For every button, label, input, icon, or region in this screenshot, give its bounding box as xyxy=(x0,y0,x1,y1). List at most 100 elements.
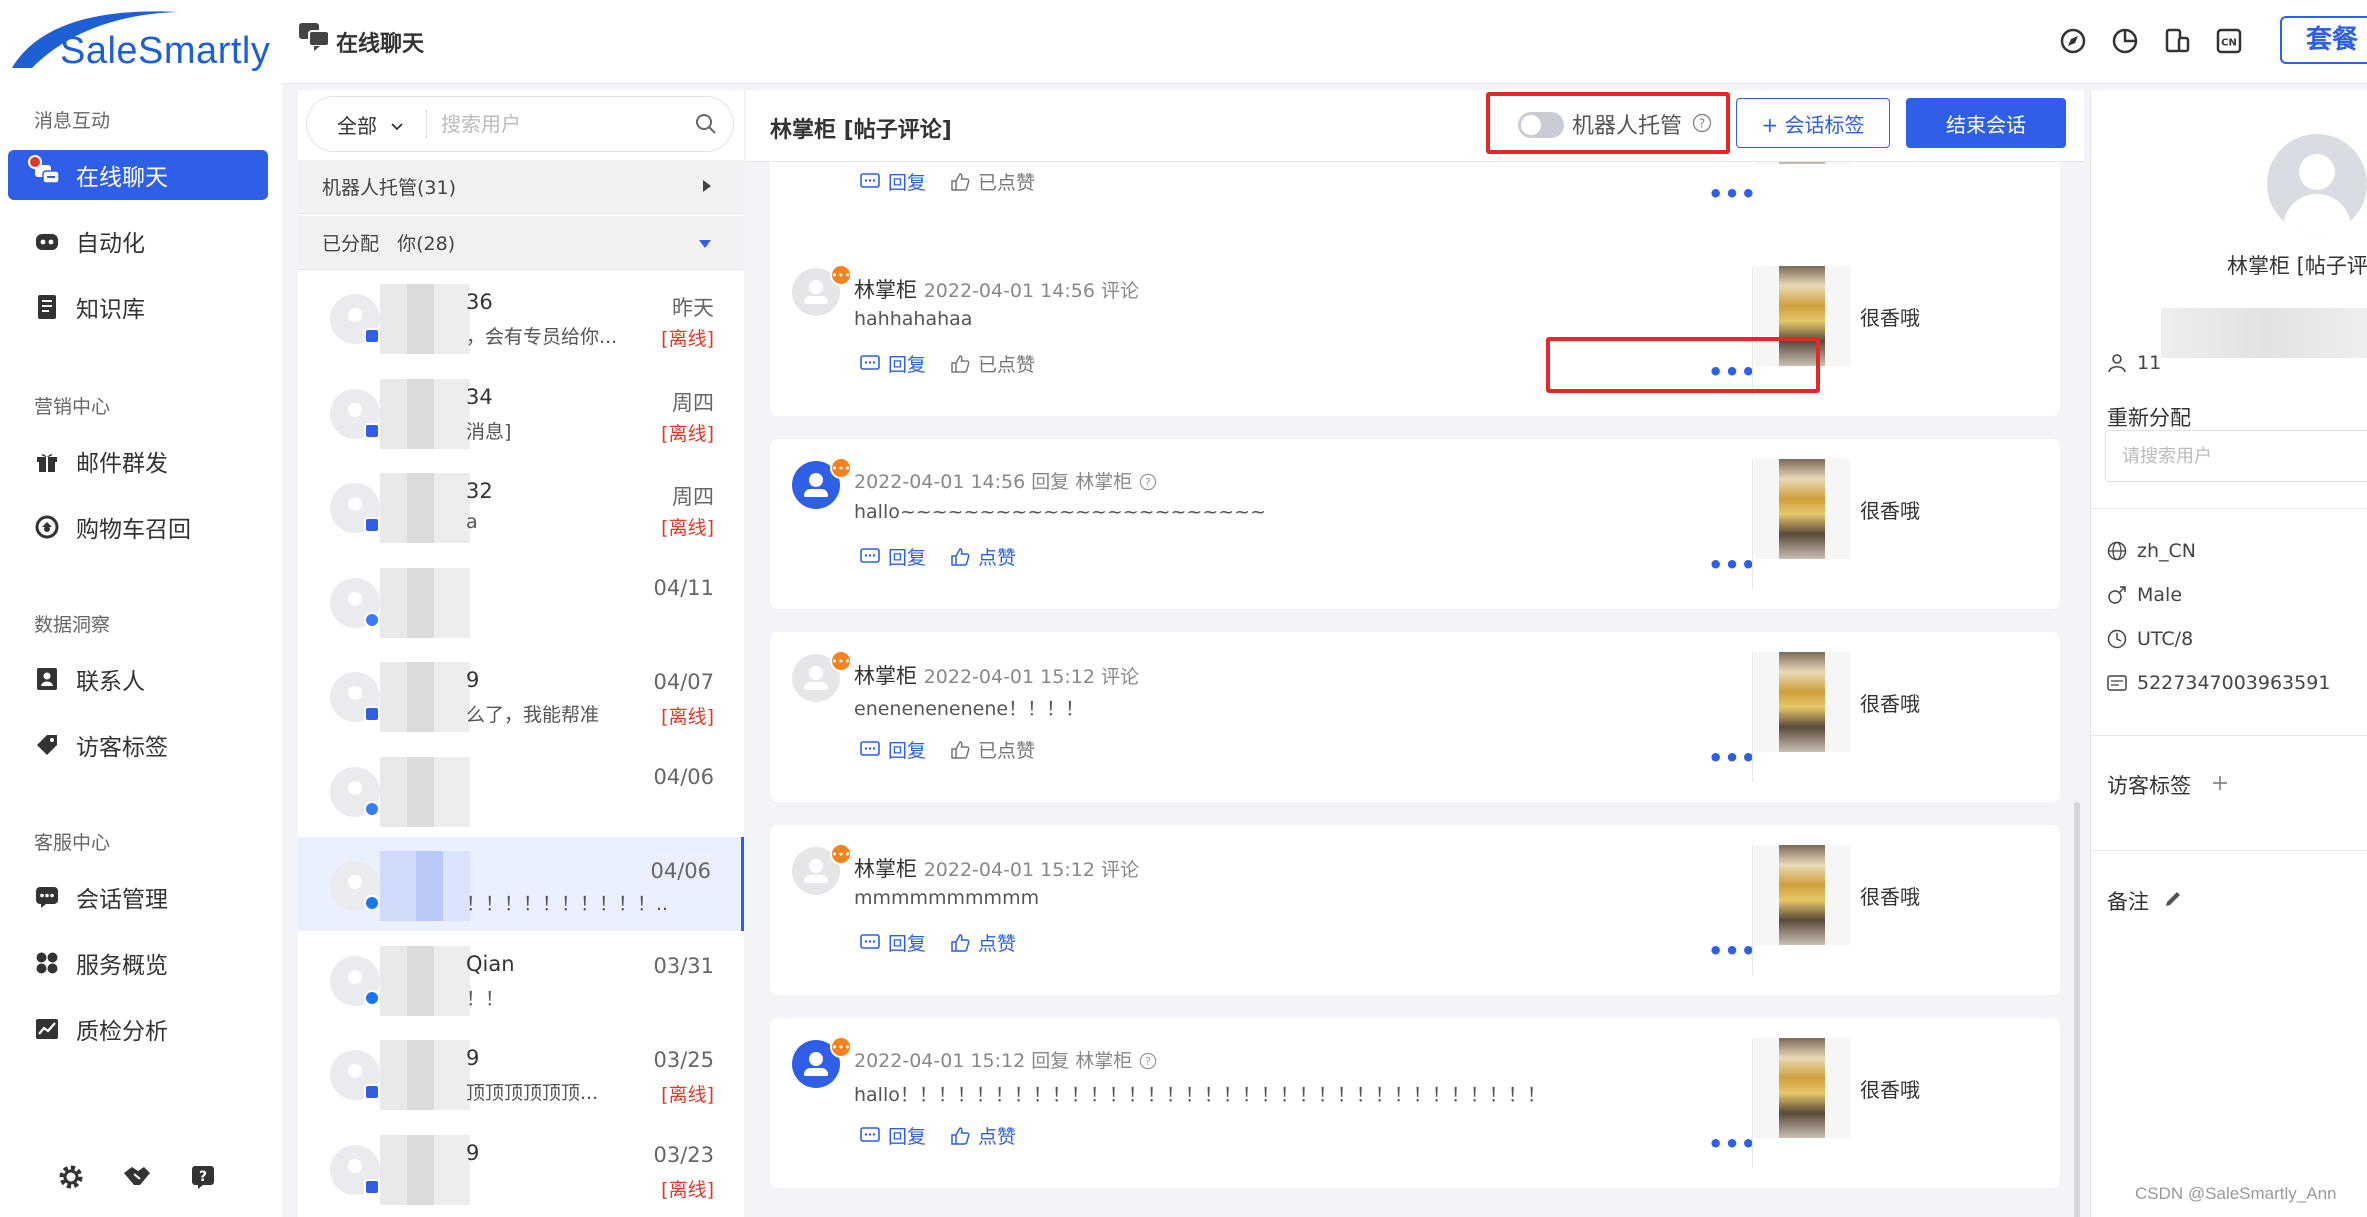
more-options-icon[interactable]: ••• xyxy=(1708,551,1757,579)
post-thumbnail[interactable] xyxy=(1754,1038,1850,1138)
group-bot-hosted[interactable]: 机器人托管(31) xyxy=(298,160,744,214)
user-icon xyxy=(2108,354,2126,373)
facebook-icon xyxy=(364,895,380,911)
conversation-item[interactable]: 36 ，会有专员给你... 昨天 [离线] xyxy=(298,270,744,364)
post-thumbnail[interactable] xyxy=(1754,652,1850,752)
chat-channel-icon xyxy=(364,328,380,344)
conversation-time: 04/06 xyxy=(650,859,711,883)
liked-button[interactable]: 已点赞 xyxy=(950,168,1035,195)
reply-button[interactable]: 回复 xyxy=(860,350,926,377)
nav-item-automation[interactable]: 自动化 xyxy=(8,216,268,266)
end-session-button[interactable]: 结束会话 xyxy=(1906,98,2066,148)
conversation-preview: ，会有专员给你... xyxy=(466,326,618,348)
add-tag-plus-icon[interactable] xyxy=(2211,773,2229,797)
chat-scrollbar[interactable] xyxy=(2074,802,2080,1217)
liked-label: 已点赞 xyxy=(978,354,1036,376)
offline-status: [离线] xyxy=(661,1084,714,1106)
conversation-item[interactable]: 9 么了，我能帮准 04/07 [离线] xyxy=(298,648,744,742)
logo-text: SaleSmartly xyxy=(60,30,271,72)
filter-dropdown[interactable]: 全部 xyxy=(307,109,427,139)
post-thumbnail[interactable] xyxy=(1754,845,1850,945)
like-button[interactable]: 点赞 xyxy=(950,543,1016,570)
post-text: 很香哦 xyxy=(1860,692,1920,716)
cart-recall-icon xyxy=(34,514,60,540)
conversation-item[interactable]: 9 03/23 [离线] xyxy=(298,1120,744,1215)
reply-to-link[interactable]: 林掌柜 xyxy=(1075,471,1132,493)
avatar xyxy=(330,672,380,722)
help-icon[interactable]: ? xyxy=(188,1162,218,1192)
question-circle-icon[interactable]: ? xyxy=(1139,1052,1157,1070)
conversation-preview: 么了，我能帮准 xyxy=(466,704,600,726)
more-options-icon[interactable]: ••• xyxy=(1708,744,1757,772)
avatar xyxy=(330,1144,380,1195)
reply-button[interactable]: 回复 xyxy=(860,1122,926,1149)
conversation-item[interactable]: 9 顶顶顶顶顶顶... 03/25 [离线] xyxy=(298,1026,744,1120)
search-input[interactable] xyxy=(427,112,677,136)
conversation-item[interactable]: 04/06 xyxy=(298,742,744,837)
conversation-name: 9 xyxy=(466,1046,480,1070)
liked-button[interactable]: 已点赞 xyxy=(950,350,1035,377)
svg-text:?: ? xyxy=(1699,117,1705,131)
reply-button[interactable]: 回复 xyxy=(860,168,926,195)
more-badge-icon: ••• xyxy=(830,843,852,865)
nav-item-service-overview[interactable]: 服务概览 xyxy=(8,938,268,988)
conversation-item[interactable]: Qian ！！ 03/31 xyxy=(298,931,744,1026)
commenter-name: 林掌柜 xyxy=(854,278,917,302)
question-circle-icon[interactable]: ? xyxy=(1692,113,1712,137)
nav-item-email-broadcast[interactable]: 邮件群发 xyxy=(8,436,268,486)
reply-button[interactable]: 回复 xyxy=(860,929,926,956)
commenter-meta: 林掌柜 2022-04-01 14:56 评论 xyxy=(854,274,1139,304)
nav-section-title: 消息互动 xyxy=(34,110,111,132)
brand-logo[interactable]: SaleSmartly xyxy=(8,4,278,72)
edit-pencil-icon[interactable] xyxy=(2163,889,2183,914)
bot-hosting-toggle[interactable] xyxy=(1518,112,1564,138)
post-text: 很香哦 xyxy=(1860,306,1920,330)
session-tag-button[interactable]: + 会话标签 xyxy=(1736,98,1890,148)
visitor-id-row: 11 xyxy=(2107,352,2161,374)
compass-icon[interactable] xyxy=(2058,26,2088,56)
nav-label: 访客标签 xyxy=(76,735,168,761)
group-assigned[interactable]: 已分配 你(28) xyxy=(298,216,744,270)
question-circle-icon[interactable]: ? xyxy=(1139,473,1157,491)
language-cn-icon[interactable]: CN xyxy=(2214,26,2244,56)
language-value: zh_CN xyxy=(2137,540,2196,562)
cn-badge-text: CN xyxy=(2221,38,2237,49)
conversation-item[interactable]: ！！！！！！！！！！... 04/06 xyxy=(298,837,744,931)
handshake-icon[interactable] xyxy=(122,1162,152,1192)
reply-meta: 2022-04-01 15:12 回复 林掌柜 ? xyxy=(854,1046,1157,1073)
nav-item-knowledge-base[interactable]: 知识库 xyxy=(8,282,268,332)
search-icon[interactable] xyxy=(695,113,717,139)
reply-button[interactable]: 回复 xyxy=(860,736,926,763)
comment-card: ••• 林掌柜 2022-04-01 15:12 评论 mmmmmmmmmm 回复 点赞… xyxy=(770,825,2060,995)
conversation-item[interactable]: 34 消息] 周四 [离线] xyxy=(298,364,744,459)
page-title: 在线聊天 xyxy=(336,32,425,57)
nav-item-quality-analysis[interactable]: 质检分析 xyxy=(8,1004,268,1054)
conversation-item[interactable]: 32 a 周四 [离线] xyxy=(298,459,744,553)
plan-button[interactable]: 套餐 xyxy=(2280,16,2367,64)
like-button[interactable]: 点赞 xyxy=(950,1122,1016,1149)
like-button[interactable]: 点赞 xyxy=(950,929,1016,956)
filter-label: 全部 xyxy=(337,113,377,138)
nav-item-visitor-tags[interactable]: 访客标签 xyxy=(8,720,268,770)
conversation-item[interactable]: 04/11 xyxy=(298,553,744,648)
reply-to-link[interactable]: 林掌柜 xyxy=(1075,1050,1132,1072)
more-options-icon[interactable]: ••• xyxy=(1708,1130,1757,1158)
post-thumbnail[interactable] xyxy=(1754,459,1850,559)
nav-item-contacts[interactable]: 联系人 xyxy=(8,654,268,704)
svg-text:?: ? xyxy=(199,1169,207,1185)
pie-chart-icon[interactable] xyxy=(2110,26,2140,56)
more-options-icon[interactable]: ••• xyxy=(1708,180,1757,208)
liked-button[interactable]: 已点赞 xyxy=(950,736,1035,763)
conversation-preview: 顶顶顶顶顶顶... xyxy=(466,1082,599,1104)
reply-button[interactable]: 回复 xyxy=(860,543,926,570)
more-options-icon[interactable]: ••• xyxy=(1708,937,1757,965)
nav-item-cart-recall[interactable]: 购物车召回 xyxy=(8,502,268,552)
conversation-name: 9 xyxy=(466,668,480,692)
devices-icon[interactable] xyxy=(2162,26,2192,56)
nav-item-online-chat[interactable]: 在线聊天 xyxy=(8,150,268,200)
notes-section: 备注 xyxy=(2107,886,2183,916)
settings-gear-icon[interactable] xyxy=(56,1162,86,1192)
reassign-search-input[interactable] xyxy=(2105,430,2367,482)
nav-item-session-management[interactable]: 会话管理 xyxy=(8,872,268,922)
book-icon xyxy=(34,294,60,320)
